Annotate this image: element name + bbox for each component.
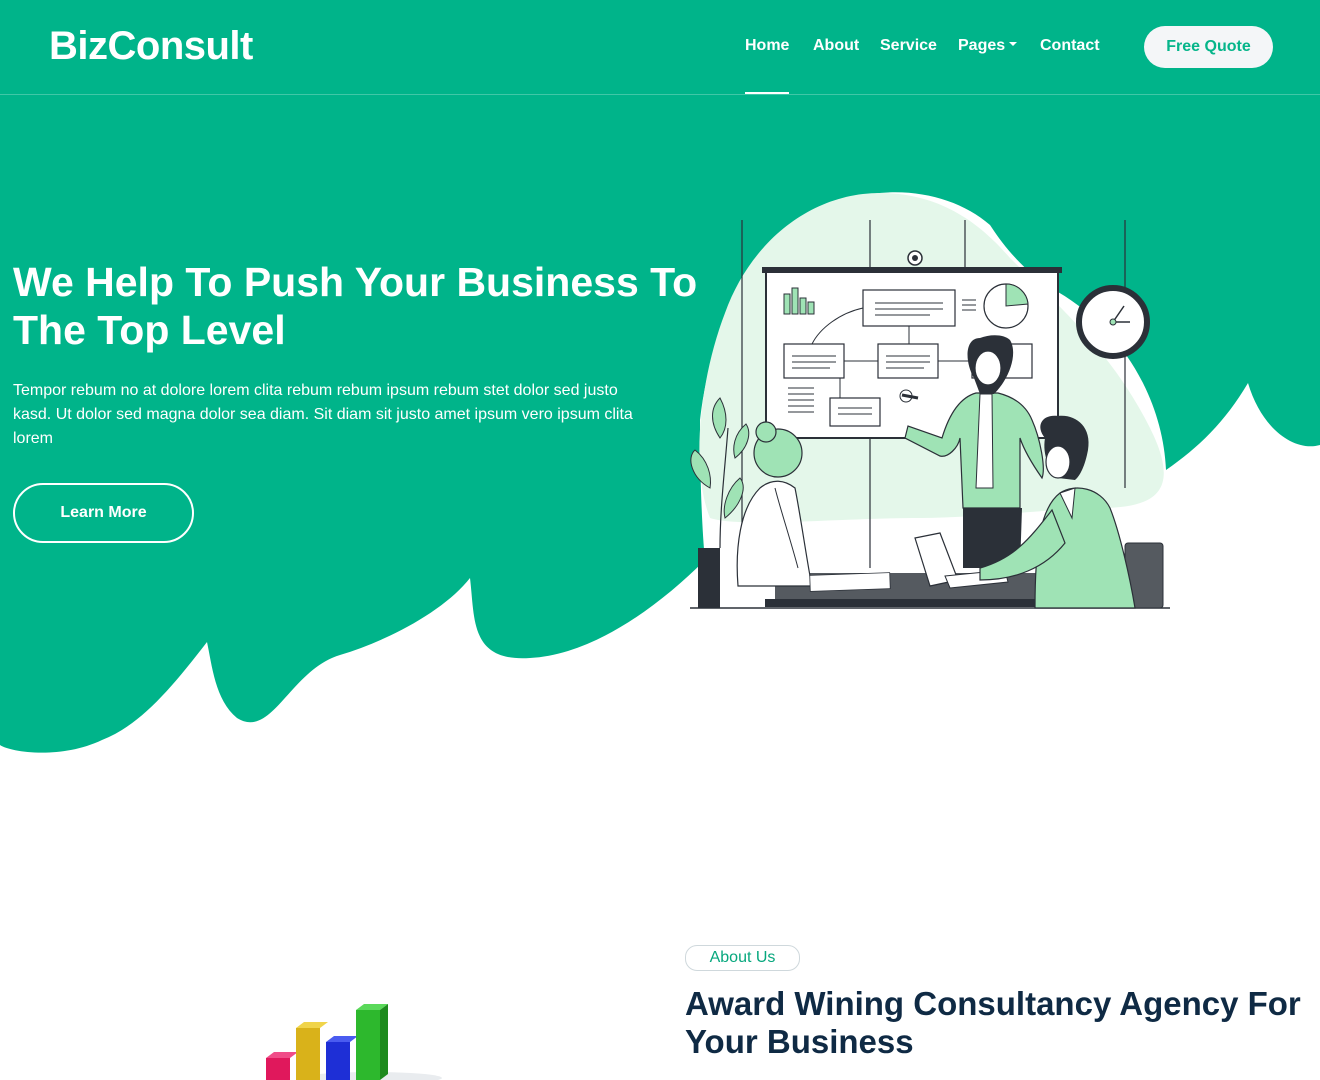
nav-pages-dropdown[interactable]: Pages xyxy=(958,37,1018,55)
bar-chart-illustration xyxy=(266,1004,442,1080)
navbar: BizConsult Home About Service Pages Cont… xyxy=(0,0,1320,95)
hero-title: We Help To Push Your Business To The Top… xyxy=(13,259,698,353)
nav-home[interactable]: Home xyxy=(745,37,790,94)
nav-about[interactable]: About xyxy=(813,37,859,55)
chevron-down-icon xyxy=(1009,42,1018,47)
brand-logo[interactable]: BizConsult xyxy=(49,24,253,69)
free-quote-button[interactable]: Free Quote xyxy=(1144,26,1273,68)
nav-contact[interactable]: Contact xyxy=(1040,37,1100,55)
about-title: Award Wining Consultancy Agency For Your… xyxy=(685,985,1301,1060)
nav-pages-label: Pages xyxy=(958,37,1006,54)
about-us-badge: About Us xyxy=(685,945,800,971)
learn-more-button[interactable]: Learn More xyxy=(13,483,194,543)
nav-service[interactable]: Service xyxy=(880,37,937,55)
hero-description: Tempor rebum no at dolore lorem clita re… xyxy=(13,382,633,447)
business-meeting-illustration xyxy=(690,193,1170,609)
